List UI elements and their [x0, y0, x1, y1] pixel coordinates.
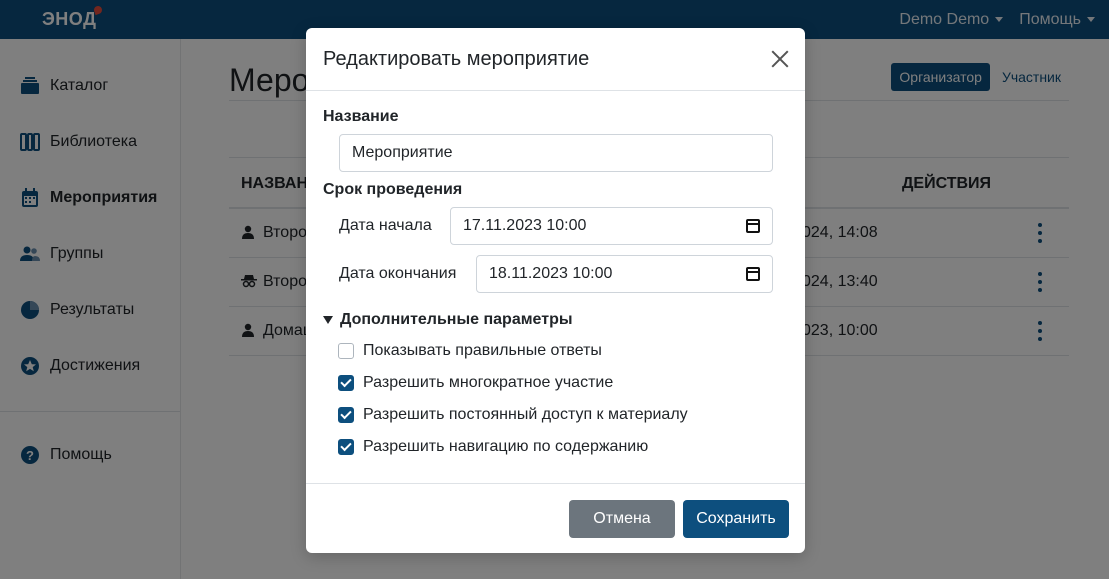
checkbox-checked[interactable]: [338, 407, 354, 423]
cancel-button[interactable]: Отмена: [569, 500, 675, 538]
event-name-input[interactable]: [352, 144, 760, 162]
option-allow-content-navigation[interactable]: Разрешить навигацию по содержанию: [338, 438, 648, 456]
calendar-picker-icon[interactable]: [746, 219, 760, 233]
checkbox-checked[interactable]: [338, 439, 354, 455]
edit-event-modal: Редактировать мероприятие Название Срок …: [306, 28, 805, 553]
advanced-options-toggle[interactable]: Дополнительные параметры: [323, 311, 573, 329]
end-date-input[interactable]: 18.11.2023 10:00: [476, 255, 773, 293]
option-show-correct-answers[interactable]: Показывать правильные ответы: [338, 342, 602, 360]
calendar-picker-icon[interactable]: [746, 267, 760, 281]
option-label: Разрешить навигацию по содержанию: [363, 438, 649, 455]
start-date-value: 17.11.2023 10:00: [463, 217, 587, 234]
event-name-field[interactable]: [339, 134, 773, 172]
end-date-value: 18.11.2023 10:00: [489, 265, 613, 282]
end-date-label: Дата окончания: [339, 265, 457, 282]
advanced-options-label: Дополнительные параметры: [340, 311, 573, 328]
close-icon[interactable]: [769, 48, 791, 70]
triangle-down-icon: [323, 316, 333, 324]
modal-footer: Отмена Сохранить: [306, 483, 805, 553]
start-date-input[interactable]: 17.11.2023 10:00: [450, 207, 773, 245]
option-label: Разрешить постоянный доступ к материалу: [363, 406, 688, 423]
modal-header: Редактировать мероприятие: [306, 28, 805, 91]
option-label: Разрешить многократное участие: [363, 374, 614, 391]
save-button[interactable]: Сохранить: [683, 500, 789, 538]
checkbox-unchecked[interactable]: [338, 343, 354, 359]
option-allow-permanent-access[interactable]: Разрешить постоянный доступ к материалу: [338, 406, 688, 424]
option-label: Показывать правильные ответы: [363, 342, 602, 359]
option-allow-multiple-attempts[interactable]: Разрешить многократное участие: [338, 374, 613, 392]
modal-title: Редактировать мероприятие: [323, 48, 590, 70]
checkbox-checked[interactable]: [338, 375, 354, 391]
period-label: Срок проведения: [323, 181, 463, 198]
start-date-label: Дата начала: [339, 217, 432, 234]
name-label: Название: [323, 108, 399, 125]
